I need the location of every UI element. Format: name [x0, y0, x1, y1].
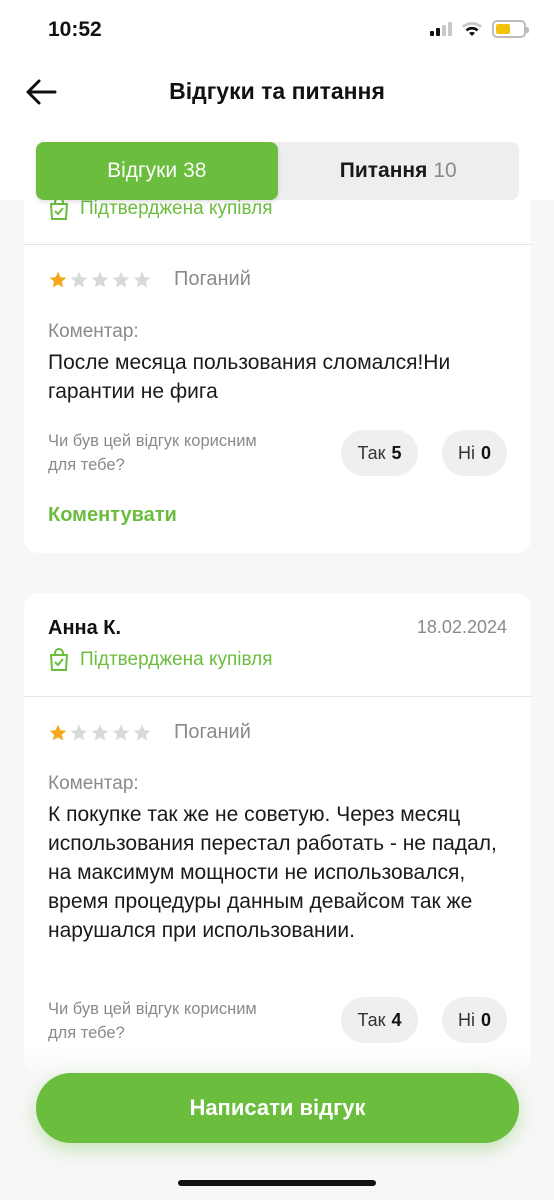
comment-label: Коментар: — [48, 321, 139, 342]
star-empty-icon — [133, 271, 151, 287]
star-empty-icon — [112, 271, 130, 287]
rating-label: Поганий — [174, 268, 251, 290]
no-count: 0 — [480, 442, 491, 463]
star-empty-icon — [91, 724, 109, 740]
verified-purchase: Підтверджена купівля — [48, 197, 273, 221]
star-rating — [48, 270, 152, 290]
star-empty-icon — [112, 724, 130, 740]
star-filled-icon — [49, 271, 67, 287]
helpful-question: Чи був цей відгук корисним для тебе? — [48, 1000, 257, 1042]
star-empty-icon — [91, 271, 109, 287]
review-date: 18.02.2024 — [416, 617, 507, 637]
tab-reviews[interactable]: Відгуки 38 — [36, 142, 278, 200]
tab-reviews-count: 38 — [183, 159, 207, 182]
helpful-yes-button[interactable]: Так 4 — [341, 997, 418, 1043]
tab-reviews-label: Відгуки — [107, 159, 178, 182]
helpful-no-button[interactable]: Ні 0 — [442, 430, 507, 476]
page-title: Відгуки та питання — [169, 78, 385, 104]
star-filled-icon — [49, 724, 67, 740]
no-label: Ні — [457, 1009, 475, 1030]
yes-count: 4 — [391, 1009, 402, 1030]
tab-questions-label: Питання — [339, 159, 428, 182]
helpful-yes-button[interactable]: Так 5 — [341, 430, 418, 476]
comment-action-link[interactable]: Коментувати — [48, 504, 177, 527]
review-card: Анна К. 18.02.2024 Підтверджена купівля … — [24, 593, 531, 1073]
rating-label: Поганий — [174, 721, 251, 743]
tab-questions-count: 10 — [433, 159, 457, 182]
comment-text: К покупке так же не советую. Через месяц… — [48, 803, 497, 942]
divider — [24, 696, 531, 697]
yes-label: Так — [357, 442, 386, 463]
verified-label: Підтверджена купівля — [80, 649, 273, 670]
rating-row: Поганий — [48, 721, 251, 744]
verified-label: Підтверджена купівля — [80, 198, 273, 219]
rating-row: Поганий — [48, 268, 251, 291]
yes-label: Так — [357, 1009, 386, 1030]
divider — [24, 244, 531, 245]
comment-text: После месяца пользования сломался!Ни гар… — [48, 351, 451, 403]
write-review-button[interactable]: Написати відгук — [36, 1073, 519, 1143]
star-empty-icon — [133, 724, 151, 740]
comment-label: Коментар: — [48, 773, 139, 794]
review-card: Підтверджена купівля Поганий Коментар: П… — [24, 150, 531, 553]
review-author: Анна К. — [48, 617, 122, 639]
home-indicator — [178, 1180, 376, 1186]
star-empty-icon — [70, 271, 88, 287]
tab-questions[interactable]: Питання 10 — [278, 142, 520, 200]
verified-bag-icon — [49, 197, 69, 220]
verified-bag-icon — [49, 648, 69, 671]
star-empty-icon — [70, 724, 88, 740]
yes-count: 5 — [391, 442, 402, 463]
star-rating — [48, 723, 152, 743]
helpful-no-button[interactable]: Ні 0 — [442, 997, 507, 1043]
verified-purchase: Підтверджена купівля — [48, 648, 273, 672]
no-label: Ні — [457, 442, 475, 463]
no-count: 0 — [480, 1009, 491, 1030]
header: Відгуки та питання Відгуки 38 Питання 10 — [0, 60, 554, 200]
tab-bar: Відгуки 38 Питання 10 — [36, 142, 519, 200]
helpful-question: Чи був цей відгук корисним для тебе? — [48, 432, 257, 474]
